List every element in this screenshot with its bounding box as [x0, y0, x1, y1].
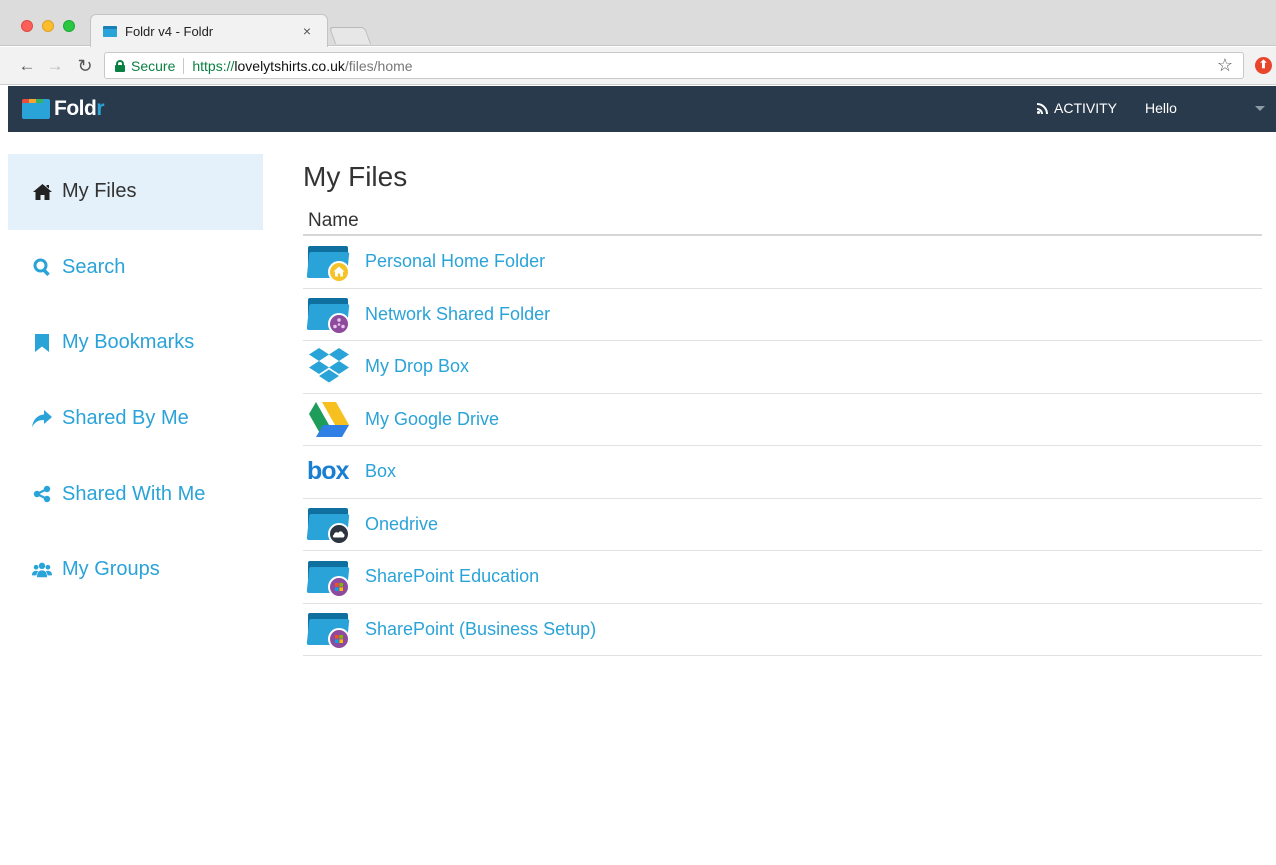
onedrive-folder-icon	[306, 504, 351, 546]
name-column-header[interactable]: Name	[303, 206, 1262, 236]
activity-link[interactable]: ACTIVITY	[1037, 100, 1117, 116]
close-window-button[interactable]	[21, 20, 33, 32]
address-bar[interactable]: Secure https://lovelytshirts.co.uk/files…	[104, 52, 1244, 79]
reload-icon[interactable]: ↻	[74, 55, 96, 77]
network-folder-icon	[306, 294, 351, 336]
sidebar-item-shared-with-me[interactable]: Shared With Me	[8, 456, 263, 532]
browser-tab[interactable]: Foldr v4 - Foldr ×	[90, 14, 328, 47]
minimize-window-button[interactable]	[42, 20, 54, 32]
google-drive-icon	[307, 399, 351, 439]
sidebar-item-label: My Files	[62, 180, 137, 203]
sidebar-item-search[interactable]: Search	[8, 230, 263, 306]
file-row-network-shared-folder[interactable]: Network Shared Folder	[303, 289, 1262, 341]
users-icon	[32, 560, 52, 580]
bookmark-star-icon[interactable]: ☆	[1217, 55, 1233, 76]
foldr-logo[interactable]: Foldr	[22, 96, 104, 122]
new-tab-button[interactable]	[328, 27, 372, 44]
maximize-window-button[interactable]	[63, 20, 75, 32]
sidebar-item-label: Shared By Me	[62, 407, 189, 430]
forward-arrow-icon[interactable]: →	[44, 55, 66, 77]
box-logo-text: box	[307, 457, 349, 486]
file-row-my-drop-box[interactable]: My Drop Box	[303, 341, 1262, 394]
browser-tab-bar: Foldr v4 - Foldr ×	[0, 0, 1276, 47]
share-nodes-icon	[32, 484, 52, 504]
bookmark-icon	[32, 333, 52, 353]
file-name: Personal Home Folder	[365, 251, 546, 272]
home-icon	[32, 182, 52, 202]
sidebar-item-label: Search	[62, 255, 126, 278]
home-folder-icon	[306, 242, 351, 283]
extension-icon[interactable]: ⬆	[1255, 57, 1272, 74]
file-row-onedrive[interactable]: Onedrive	[303, 499, 1262, 551]
tab-title: Foldr v4 - Foldr	[125, 23, 214, 39]
secure-label: Secure	[131, 57, 176, 74]
sidebar-item-my-bookmarks[interactable]: My Bookmarks	[8, 305, 263, 381]
back-arrow-icon[interactable]: ←	[16, 55, 38, 77]
file-row-personal-home-folder[interactable]: Personal Home Folder	[303, 236, 1262, 289]
url-host: lovelytshirts.co.uk	[234, 57, 345, 74]
browser-toolbar: ← → ↻ Secure https://lovelytshirts.co.uk…	[0, 47, 1276, 85]
file-row-sharepoint-business-setup[interactable]: SharePoint (Business Setup)	[303, 604, 1262, 656]
file-name: My Drop Box	[365, 356, 470, 377]
sidebar: My Files Search My Bookmarks Shared By M…	[8, 154, 263, 608]
foldr-logo-icon	[22, 99, 50, 119]
page-title: My Files	[303, 161, 408, 192]
chevron-down-icon[interactable]	[1255, 106, 1265, 111]
sharepoint-folder-icon	[306, 609, 351, 651]
sharepoint-folder-icon	[306, 557, 351, 598]
sidebar-item-my-files[interactable]: My Files	[8, 154, 263, 230]
logo-text: Fold	[54, 97, 97, 120]
sidebar-item-shared-by-me[interactable]: Shared By Me	[8, 381, 263, 457]
url-path: /files/home	[344, 57, 413, 74]
url-scheme: https://	[192, 57, 235, 74]
file-name: Network Shared Folder	[365, 303, 551, 324]
tab-close-icon[interactable]: ×	[299, 23, 315, 39]
file-name: SharePoint Education	[365, 566, 540, 587]
activity-label: ACTIVITY	[1054, 100, 1118, 116]
sidebar-item-label: My Bookmarks	[62, 331, 195, 354]
foldr-favicon-icon	[103, 25, 117, 37]
sidebar-item-label: Shared With Me	[62, 482, 206, 505]
user-greeting[interactable]: Hello	[1145, 100, 1177, 116]
file-row-sharepoint-education[interactable]: SharePoint Education	[303, 551, 1262, 604]
lock-icon	[115, 59, 125, 72]
dropbox-icon	[307, 347, 351, 387]
file-name: My Google Drive	[365, 408, 500, 429]
file-row-box[interactable]: box Box	[303, 446, 1262, 499]
logo-accent: r	[96, 97, 105, 120]
main-content: My Files Name Personal Home Folder Netwo…	[303, 156, 1262, 656]
rss-icon	[1037, 102, 1048, 114]
app-header: Foldr ACTIVITY Hello	[8, 86, 1276, 132]
file-name: SharePoint (Business Setup)	[365, 618, 597, 639]
search-icon	[32, 257, 52, 277]
box-icon: box	[307, 452, 351, 492]
sidebar-item-my-groups[interactable]: My Groups	[8, 532, 263, 608]
file-name: Onedrive	[365, 513, 439, 534]
share-arrow-icon	[32, 409, 52, 429]
file-name: Box	[365, 461, 397, 482]
file-row-my-google-drive[interactable]: My Google Drive	[303, 394, 1262, 446]
sidebar-item-label: My Groups	[62, 558, 160, 581]
